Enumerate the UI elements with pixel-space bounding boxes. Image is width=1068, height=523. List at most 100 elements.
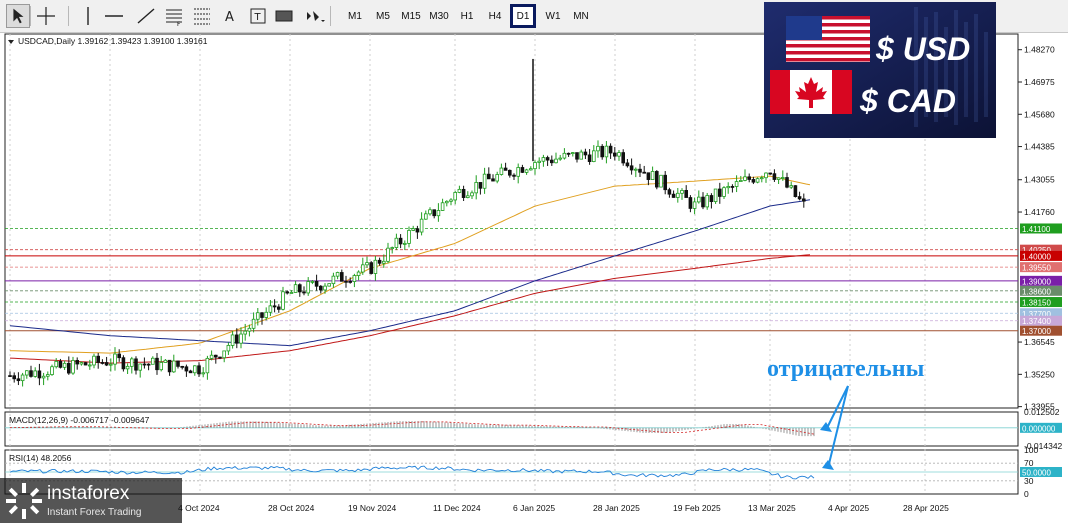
candle-body [129, 358, 134, 367]
text-icon[interactable]: A [218, 4, 242, 28]
candle-body [327, 283, 331, 287]
candle-body [545, 157, 550, 161]
candle-body [247, 327, 252, 332]
candle-body [167, 359, 172, 373]
candle-body [453, 192, 457, 201]
price-tick-label: 1.35250 [1024, 369, 1055, 379]
candle-body [29, 370, 33, 377]
candle-body [155, 357, 159, 371]
candle-body [394, 237, 399, 248]
date-axis-label: 19 Feb 2025 [673, 503, 721, 513]
candle-body [109, 363, 113, 366]
candle-body [75, 360, 80, 365]
candle-body [285, 291, 289, 294]
candle-body [369, 262, 373, 274]
candle-body [596, 145, 600, 152]
candle-body [604, 145, 609, 158]
candle-body [499, 167, 504, 175]
candle-body [768, 172, 772, 175]
crosshair-icon[interactable] [34, 4, 58, 28]
candle-body [705, 195, 709, 208]
usd-cad-banner: $ USD $ CAD [764, 2, 996, 138]
candle-body [255, 312, 260, 320]
candle-body [33, 370, 37, 377]
timeframe-m15[interactable]: M15 [398, 4, 424, 28]
timeframe-w1[interactable]: W1 [540, 4, 566, 28]
candle-body [79, 362, 84, 365]
rsi-tick-label: 70 [1024, 458, 1034, 468]
timeframe-mn[interactable]: MN [568, 4, 594, 28]
candle-body [440, 202, 445, 211]
candle-body [113, 353, 117, 365]
candle-body [760, 177, 764, 180]
annotation-text: отрицательны [767, 356, 925, 382]
candle-body [377, 259, 382, 264]
timeframe-h4[interactable]: H4 [482, 4, 508, 28]
candle-body [331, 275, 336, 285]
candle-body [507, 169, 512, 176]
candle-body [461, 188, 466, 198]
shapes-icon[interactable] [302, 4, 326, 28]
timeframe-d1[interactable]: D1 [510, 4, 536, 28]
fibonacci-icon[interactable]: F [162, 4, 186, 28]
candle-body [634, 168, 638, 171]
candle-body [92, 355, 96, 366]
cursor-icon[interactable] [6, 4, 30, 28]
grid-icon[interactable] [190, 4, 214, 28]
candle-body [192, 365, 197, 374]
date-axis-label: 6 Jan 2025 [513, 503, 555, 513]
candle-body [352, 275, 357, 282]
candle-body [789, 185, 793, 188]
instaforex-logo-icon [6, 483, 42, 519]
candle-body [197, 365, 201, 375]
candle-body [402, 242, 407, 245]
candle-body [587, 154, 592, 162]
candle-body [356, 271, 361, 276]
vertical-line-icon[interactable] [76, 4, 100, 28]
candle-body [692, 201, 697, 209]
candle-body [764, 172, 768, 179]
macd-label: MACD(12,26,9) -0.006717 -0.009647 [9, 415, 150, 425]
candle-body [491, 178, 495, 182]
candle-body [781, 177, 785, 179]
candle-body [600, 145, 604, 158]
candle-body [159, 362, 164, 371]
timeframe-h1[interactable]: H1 [454, 4, 480, 28]
candle-body [71, 360, 75, 374]
candle-body [566, 152, 571, 155]
candle-body [772, 173, 777, 180]
price-tick-label: 1.45680 [1024, 109, 1055, 119]
candle-body [281, 291, 285, 310]
chart-menu-icon[interactable] [8, 40, 14, 44]
candle-body [398, 237, 403, 245]
timeframe-m1[interactable]: M1 [342, 4, 368, 28]
trendline-icon[interactable] [134, 4, 158, 28]
rectangle-icon[interactable] [272, 4, 296, 28]
candle-body [268, 305, 273, 313]
candle-body [335, 272, 340, 277]
candle-body [428, 209, 432, 215]
timeframe-m30[interactable]: M30 [426, 4, 452, 28]
candle-body [171, 360, 176, 373]
horizontal-line-icon[interactable] [102, 4, 126, 28]
candle-body [709, 195, 714, 203]
timeframe-m5[interactable]: M5 [370, 4, 396, 28]
candle-body [234, 334, 239, 344]
price-tick-label: 1.43055 [1024, 175, 1055, 185]
text-label-icon[interactable]: T [246, 4, 270, 28]
candle-body [125, 365, 130, 370]
candle-body [188, 370, 193, 374]
candle-body [739, 180, 743, 182]
price-tick-label: 1.41760 [1024, 207, 1055, 217]
candle-body [444, 200, 449, 204]
candle-body [415, 228, 420, 233]
candle-body [470, 192, 474, 197]
rsi-level-tag-text: 50.0000 [1022, 469, 1051, 478]
candle-body [150, 357, 155, 365]
candle-body [797, 196, 802, 200]
candle-body [24, 370, 29, 376]
candle-body [478, 182, 483, 189]
candle-body [121, 357, 126, 370]
candle-body [289, 292, 294, 294]
candle-body [524, 169, 529, 173]
